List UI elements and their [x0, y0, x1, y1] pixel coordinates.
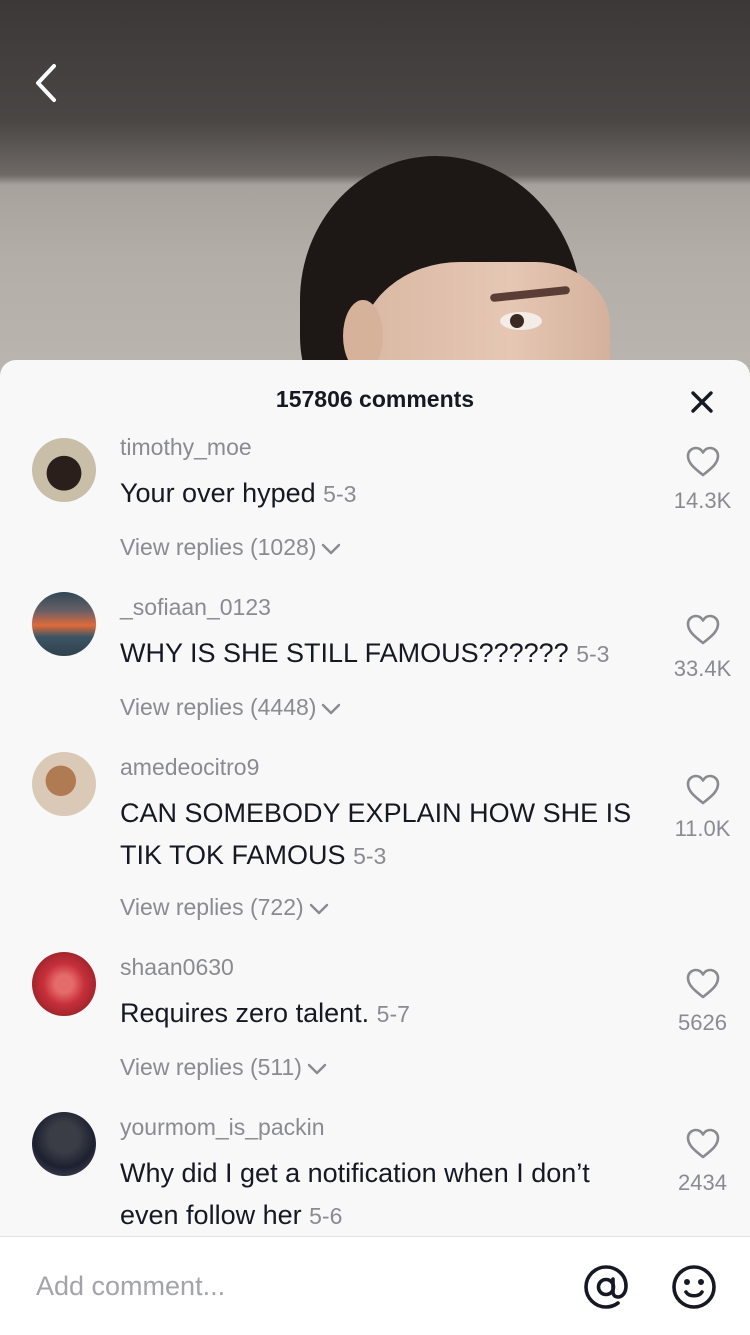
comment-body: WHY IS SHE STILL FAMOUS?????? — [120, 638, 569, 668]
sheet-header: 157806 comments — [0, 360, 750, 438]
view-replies-label: View replies (1028) — [120, 534, 317, 560]
comment-date: 5-6 — [309, 1203, 343, 1229]
comment-date: 5-3 — [576, 641, 610, 667]
comment-username[interactable]: yourmom_is_packin — [120, 1114, 325, 1141]
at-sign-icon — [584, 1265, 628, 1309]
heart-icon — [686, 446, 719, 477]
avatar[interactable] — [32, 1112, 96, 1176]
chevron-down-icon — [322, 543, 341, 555]
comment-username[interactable]: amedeocitro9 — [120, 754, 259, 781]
view-replies-link[interactable]: View replies (722) — [120, 894, 330, 921]
avatar[interactable] — [32, 438, 96, 502]
like-count: 14.3K — [673, 488, 732, 513]
person-eye — [500, 312, 542, 330]
avatar[interactable] — [32, 752, 96, 816]
chevron-down-icon — [307, 1063, 327, 1075]
like-count: 33.4K — [673, 656, 732, 681]
comment-username[interactable]: _sofiaan_0123 — [120, 594, 271, 621]
chevron-left-icon — [36, 64, 56, 102]
comment-date: 5-3 — [353, 843, 387, 869]
comment-text: Requires zero talent. 5-7 — [120, 992, 650, 1035]
smiley-icon — [672, 1265, 716, 1309]
video-background — [0, 0, 750, 400]
comment-item: timothy_moe Your over hyped 5-3 View rep… — [0, 438, 750, 598]
comment-list[interactable]: timothy_moe Your over hyped 5-3 View rep… — [0, 438, 750, 1238]
comment-count: 157806 comments — [275, 386, 475, 412]
comment-item: amedeocitro9 CAN SOMEBODY EXPLAIN HOW SH… — [0, 752, 750, 952]
like-button[interactable]: 14.3K — [655, 446, 750, 514]
comments-sheet: 157806 comments timothy_moe Your over hy… — [0, 360, 750, 1334]
like-button[interactable]: 11.0K — [655, 774, 750, 842]
avatar[interactable] — [32, 592, 96, 656]
comment-item: shaan0630 Requires zero talent. 5-7 View… — [0, 952, 750, 1112]
heart-icon — [686, 774, 719, 805]
back-button[interactable] — [22, 58, 72, 108]
comment-date: 5-3 — [323, 481, 357, 507]
view-replies-link[interactable]: View replies (4448) — [120, 694, 342, 721]
heart-icon — [686, 1128, 719, 1159]
view-replies-label: View replies (4448) — [120, 694, 317, 720]
close-icon — [691, 391, 713, 413]
view-replies-link[interactable]: View replies (1028) — [120, 534, 342, 561]
comment-body: Your over hyped — [120, 478, 316, 508]
avatar[interactable] — [32, 952, 96, 1016]
mention-button[interactable] — [580, 1261, 632, 1313]
like-button[interactable]: 2434 — [655, 1128, 750, 1196]
view-replies-link[interactable]: View replies (511) — [120, 1054, 328, 1081]
comment-input-bar — [0, 1236, 750, 1335]
comment-input[interactable] — [34, 1263, 558, 1309]
comment-text: Why did I get a notification when I don’… — [120, 1152, 650, 1237]
chevron-down-icon — [309, 903, 328, 915]
comment-text: Your over hyped 5-3 — [120, 472, 650, 515]
comment-item: yourmom_is_packin Why did I get a notifi… — [0, 1112, 750, 1238]
comment-text: WHY IS SHE STILL FAMOUS?????? 5-3 — [120, 632, 650, 675]
like-count: 11.0K — [674, 816, 731, 841]
comment-body: Requires zero talent. — [120, 998, 370, 1028]
like-button[interactable]: 5626 — [655, 968, 750, 1036]
close-button[interactable] — [682, 382, 722, 422]
comment-item: _sofiaan_0123 WHY IS SHE STILL FAMOUS???… — [0, 592, 750, 752]
comment-text: CAN SOMEBODY EXPLAIN HOW SHE IS TIK TOK … — [120, 792, 650, 877]
view-replies-label: View replies (722) — [120, 894, 304, 920]
comment-date: 5-7 — [376, 1001, 410, 1027]
like-button[interactable]: 33.4K — [655, 614, 750, 682]
heart-icon — [686, 968, 719, 999]
comment-username[interactable]: timothy_moe — [120, 438, 252, 461]
comment-body: Why did I get a notification when I don’… — [120, 1158, 590, 1230]
heart-icon — [686, 614, 719, 645]
emoji-button[interactable] — [668, 1261, 720, 1313]
comment-username[interactable]: shaan0630 — [120, 954, 234, 981]
like-count: 2434 — [678, 1170, 727, 1195]
view-replies-label: View replies (511) — [120, 1054, 302, 1080]
like-count: 5626 — [678, 1010, 727, 1035]
chevron-down-icon — [322, 703, 341, 715]
